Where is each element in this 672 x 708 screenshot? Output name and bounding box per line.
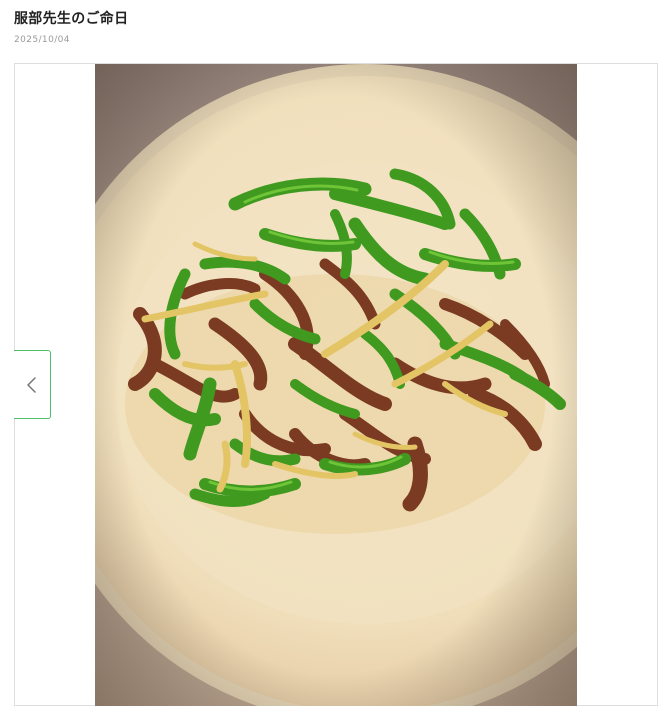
chevron-left-icon [27, 376, 36, 393]
post-title: 服部先生のご命日 [14, 11, 129, 27]
post-date: 2025/10/04 [14, 35, 70, 45]
post-photo[interactable] [95, 64, 577, 706]
prev-image-button[interactable] [14, 350, 51, 419]
